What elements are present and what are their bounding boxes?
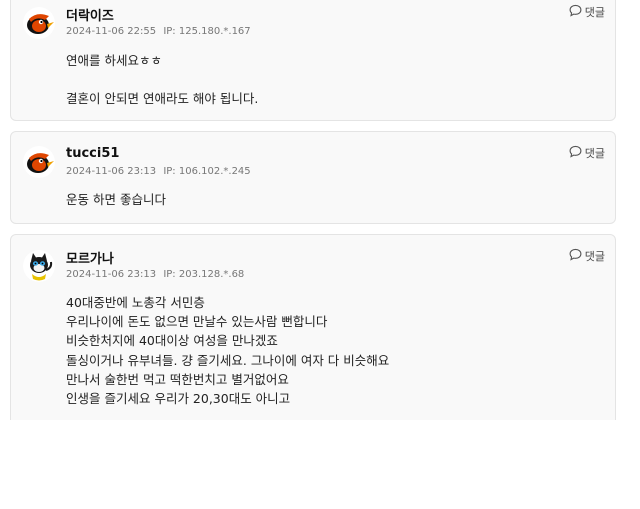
comment-item: 더락이즈 2024-11-06 22:55 IP: 125.180.*.167 …	[10, 0, 616, 121]
comment-date: 2024-11-06 22:55	[66, 26, 157, 37]
reply-label: 댓글	[584, 6, 605, 19]
comment-line: 우리나이에 돈도 없으면 만날수 있는사람 뻔합니다	[66, 314, 328, 330]
comment-body: 40대중반에 노총각 서민층 우리나이에 돈도 없으면 만날수 있는사람 뻔합니…	[66, 293, 389, 408]
comment-line: 40대중반에 노총각 서민층	[66, 295, 205, 310]
speech-bubble-icon	[569, 248, 585, 264]
speech-bubble-icon	[569, 145, 585, 161]
avatar-cat-character-icon[interactable]	[23, 250, 55, 282]
reply-label: 댓글	[584, 250, 605, 263]
comment-ip: 106.102.*.245	[178, 166, 251, 177]
comment-ip: 125.180.*.167	[178, 26, 251, 37]
avatar-orioles-icon[interactable]	[23, 7, 55, 39]
ip-label: IP:	[163, 166, 176, 177]
comment-list: 더락이즈 2024-11-06 22:55 IP: 125.180.*.167 …	[0, 0, 640, 420]
speech-bubble-icon	[569, 4, 585, 20]
comment-line: 운동 하면 좋습니다	[66, 192, 166, 207]
ip-label: IP:	[163, 26, 176, 37]
avatar-orioles-icon[interactable]	[23, 146, 55, 178]
comment-line: 만나서 술한번 먹고 떡한번치고 별거없어요	[66, 371, 289, 387]
reply-button[interactable]: 댓글	[569, 145, 605, 161]
comment-date: 2024-11-06 23:13	[66, 269, 157, 280]
comment-meta: 2024-11-06 23:13 IP: 203.128.*.68	[66, 269, 244, 280]
comment-nickname[interactable]: 더락이즈	[66, 5, 114, 24]
comment-body: 운동 하면 좋습니다	[66, 190, 166, 209]
comment-line: 연애를 하세요ㅎㅎ	[66, 53, 162, 68]
comment-item: 모르가나 2024-11-06 23:13 IP: 203.128.*.68 댓…	[10, 234, 616, 420]
comment-blank-line	[66, 70, 258, 89]
comment-nickname[interactable]: tucci51	[66, 146, 119, 161]
comment-line: 인생을 즐기세요 우리가 20,30대도 아니고	[66, 391, 291, 407]
comment-item: tucci51 2024-11-06 23:13 IP: 106.102.*.2…	[10, 131, 616, 224]
comment-body: 연애를 하세요ㅎㅎ 결혼이 안되면 연애라도 해야 됩니다.	[66, 51, 258, 108]
ip-label: IP:	[163, 269, 176, 280]
comment-meta: 2024-11-06 22:55 IP: 125.180.*.167	[66, 26, 251, 37]
comment-ip: 203.128.*.68	[178, 269, 245, 280]
comment-line: 결혼이 안되면 연애라도 해야 됩니다.	[66, 91, 259, 107]
reply-button[interactable]: 댓글	[569, 248, 605, 264]
comment-date: 2024-11-06 23:13	[66, 166, 157, 177]
reply-label: 댓글	[584, 147, 605, 160]
reply-button[interactable]: 댓글	[569, 4, 605, 20]
comment-line: 돌싱이거나 유부녀들. 걍 즐기세요. 그나이에 여자 다 비슷해요	[66, 352, 390, 368]
comment-line: 비슷한처지에 40대이상 여성을 만나겠죠	[66, 333, 278, 349]
comment-meta: 2024-11-06 23:13 IP: 106.102.*.245	[66, 166, 251, 177]
comment-nickname[interactable]: 모르가나	[66, 248, 114, 267]
